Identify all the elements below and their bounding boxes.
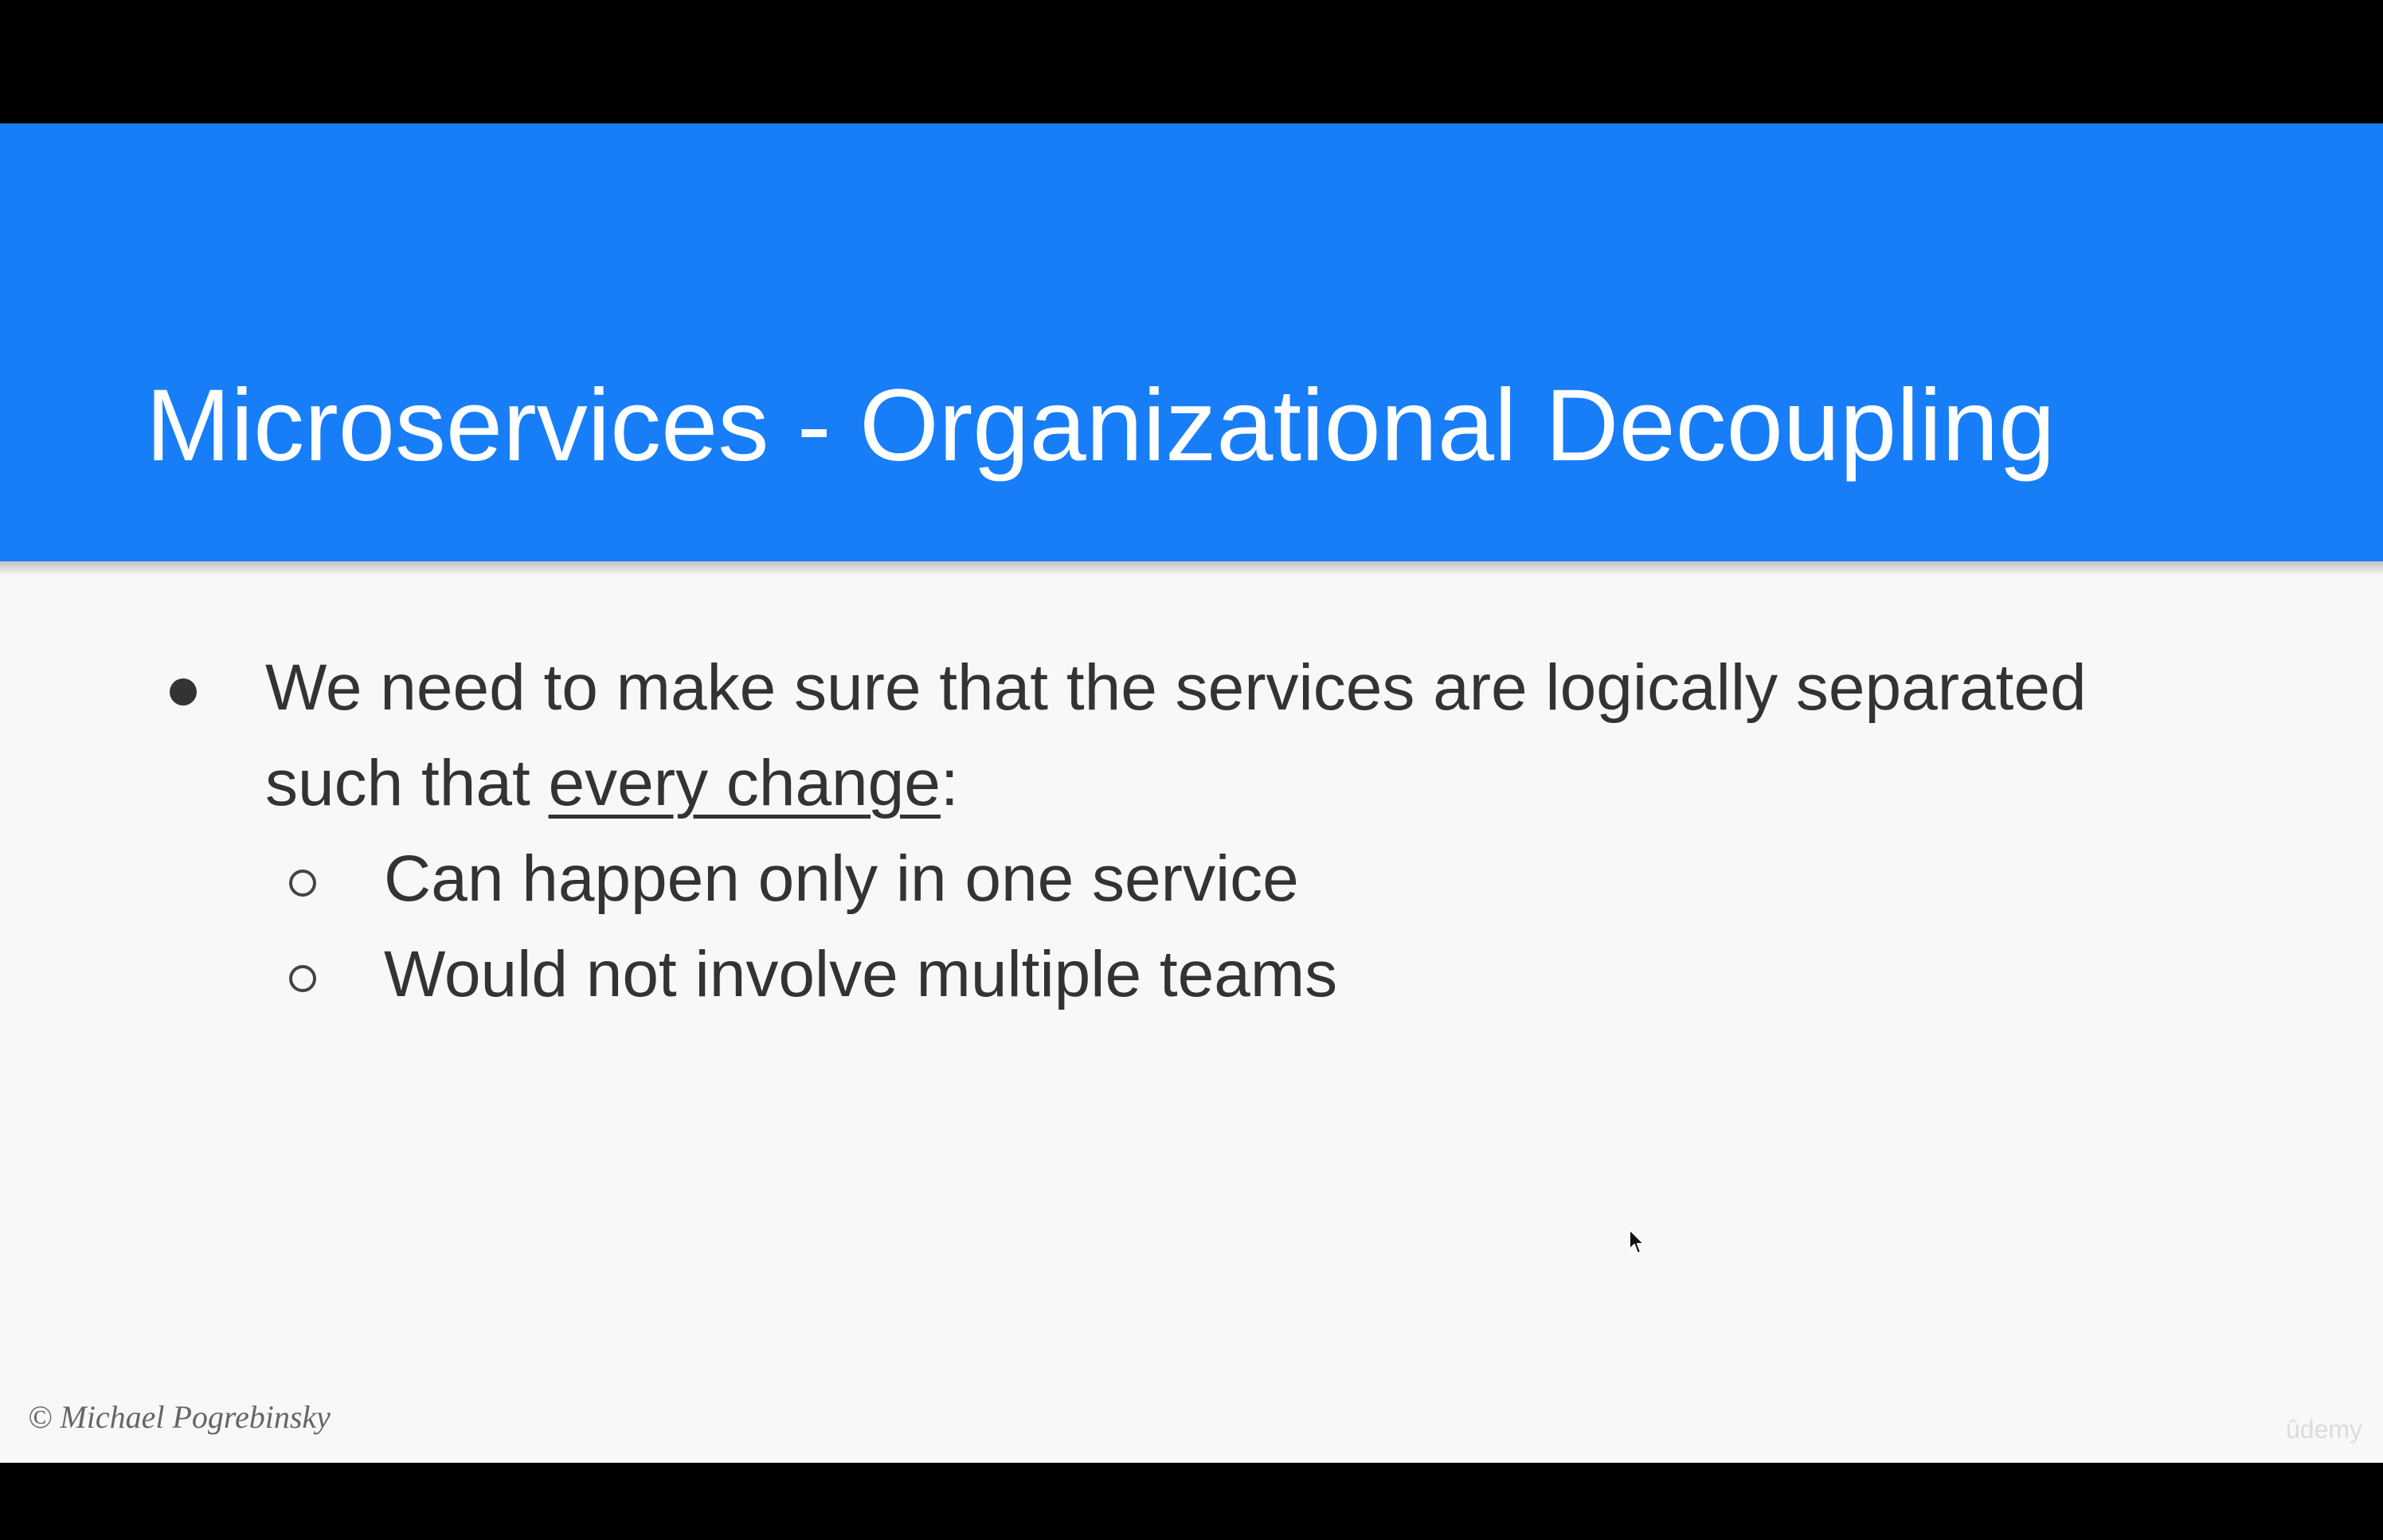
sub-item-2: Would not involve multiple teams [384, 938, 1338, 1010]
emphasis-every-change: every change [548, 747, 941, 819]
header-shadow [0, 561, 2383, 576]
bullet-line-1: We need to make sure that the services a… [265, 651, 2087, 724]
bullet-line-2-prefix: such that [265, 747, 549, 819]
slide-title: Microservices - Organizational Decouplin… [146, 369, 2056, 483]
sub-item-1: Can happen only in one service [384, 842, 1299, 915]
copyright-notice: © Michael Pogrebinsky [28, 1399, 331, 1435]
udemy-watermark: ûdemy [2286, 1415, 2363, 1444]
mouse-pointer-icon [1629, 1229, 1645, 1254]
letterbox-top [0, 0, 2383, 123]
video-frame: Microservices - Organizational Decouplin… [0, 0, 2383, 1540]
letterbox-bottom [0, 1463, 2383, 1540]
sub-bullet-icon [289, 870, 316, 897]
slide-header-band [0, 123, 2383, 561]
bullet-line-2: such that every change: [265, 744, 959, 823]
presentation-slide: Microservices - Organizational Decouplin… [0, 123, 2383, 1463]
bullet-line-2-suffix: : [940, 747, 959, 819]
bullet-icon [170, 678, 197, 706]
sub-bullet-icon [289, 965, 316, 992]
